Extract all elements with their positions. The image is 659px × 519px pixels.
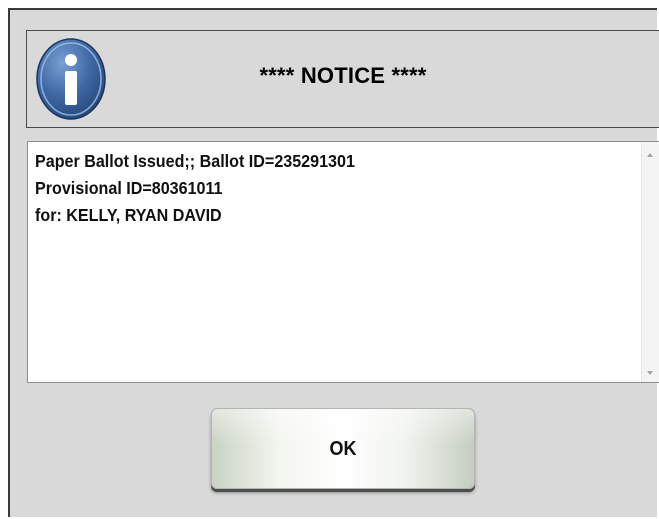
info-icon xyxy=(36,38,106,120)
scroll-down-arrow-icon[interactable] xyxy=(647,371,653,375)
ok-button[interactable]: OK xyxy=(211,408,475,489)
message-line: Paper Ballot Issued;; Ballot ID=23529130… xyxy=(35,151,355,171)
message-box[interactable]: Paper Ballot Issued;; Ballot ID=23529130… xyxy=(27,141,659,383)
scroll-up-arrow-icon[interactable] xyxy=(647,153,653,157)
message-text: Paper Ballot Issued;; Ballot ID=23529130… xyxy=(35,148,587,229)
dialog-title: **** NOTICE **** xyxy=(259,63,427,88)
message-line: Provisional ID=80361011 xyxy=(35,178,223,198)
ok-button-label: OK xyxy=(329,438,357,460)
vertical-scrollbar[interactable] xyxy=(641,142,659,382)
notice-dialog: **** NOTICE **** Paper Ballot Issued;; B… xyxy=(8,8,659,517)
dialog-header: **** NOTICE **** xyxy=(26,30,659,128)
message-line: for: KELLY, RYAN DAVID xyxy=(35,205,222,225)
